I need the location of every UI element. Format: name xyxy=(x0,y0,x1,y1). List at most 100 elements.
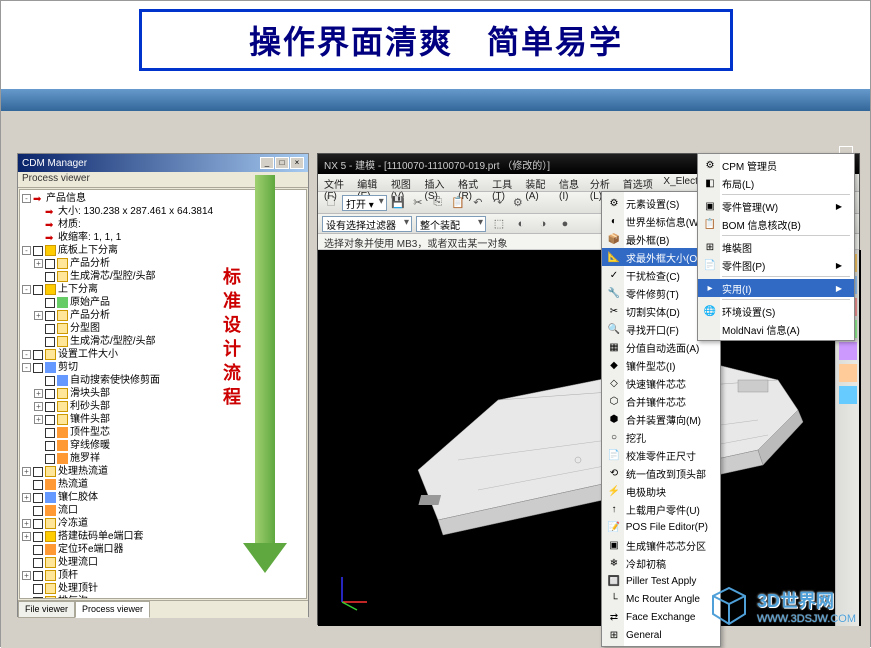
menu-item[interactable]: MoldNavi 信息(A) xyxy=(698,320,854,338)
menu-item[interactable]: ▸实用(I)▶ xyxy=(698,279,854,297)
checkbox-icon[interactable] xyxy=(33,506,43,516)
checkbox-icon[interactable] xyxy=(45,337,55,347)
tree-item[interactable]: +处理热流道 xyxy=(22,465,304,478)
side-tool-5[interactable] xyxy=(839,342,857,360)
expander-icon[interactable]: - xyxy=(22,350,31,359)
menu-item[interactable]: 分析(L) xyxy=(588,176,615,189)
expander-icon[interactable]: + xyxy=(22,493,31,502)
tab-process-viewer[interactable]: Process viewer xyxy=(75,601,150,618)
copy-icon[interactable]: ⎘ xyxy=(429,194,447,212)
menu-item[interactable]: ◇快速镶件芯芯 xyxy=(602,374,720,392)
tree-item[interactable]: 处理顶针 xyxy=(22,582,304,595)
menu-item[interactable]: 视图(V) xyxy=(389,176,417,189)
paste-icon[interactable]: 📋 xyxy=(449,194,467,212)
tree-item[interactable]: 顶件型芯 xyxy=(22,426,304,439)
checkbox-icon[interactable] xyxy=(45,324,55,334)
tree-item[interactable]: +产品分析 xyxy=(22,257,304,270)
menu-item[interactable]: ⇄Face Exchange xyxy=(602,608,720,626)
menu-item[interactable]: 信息(I) xyxy=(557,176,582,189)
checkbox-icon[interactable] xyxy=(33,285,43,295)
tree-item[interactable]: +产品分析 xyxy=(22,309,304,322)
expander-icon[interactable]: + xyxy=(22,519,31,528)
menu-item[interactable]: 📋BOM 信息核改(B) xyxy=(698,215,854,233)
expander-icon[interactable]: - xyxy=(22,194,31,203)
checkbox-icon[interactable] xyxy=(45,402,55,412)
tree-item[interactable]: ➡大小: 130.238 x 287.461 x 64.3814 xyxy=(22,205,304,218)
tree-item[interactable]: +冷冻道 xyxy=(22,517,304,530)
checkbox-icon[interactable] xyxy=(33,246,43,256)
tree-item[interactable]: +镶仁胶体 xyxy=(22,491,304,504)
open-dropdown[interactable]: 打开 ▾ xyxy=(342,195,387,211)
menu-item[interactable]: ⟲统一值改到顶头部 xyxy=(602,464,720,482)
checkbox-icon[interactable] xyxy=(45,272,55,282)
save-icon[interactable]: 💾 xyxy=(389,194,407,212)
minimize-icon[interactable]: _ xyxy=(260,157,274,169)
tool-icon[interactable]: ⚙ xyxy=(509,194,527,212)
tree-item[interactable]: 处理流口 xyxy=(22,556,304,569)
tree-item[interactable]: +搭建砝码单e端口套 xyxy=(22,530,304,543)
tree-item[interactable]: -上下分离 xyxy=(22,283,304,296)
checkbox-icon[interactable] xyxy=(33,519,43,529)
expander-icon[interactable]: + xyxy=(34,415,43,424)
filter-dropdown[interactable]: 设有选择过滤器 xyxy=(322,216,412,232)
tree-item[interactable]: +滑块头部 xyxy=(22,387,304,400)
checkbox-icon[interactable] xyxy=(45,415,55,425)
menu-item[interactable]: 🌐环境设置(S) xyxy=(698,302,854,320)
tree-item[interactable]: 生成滑芯/型腔/头部 xyxy=(22,270,304,283)
process-tree[interactable]: -➡产品信息➡大小: 130.238 x 287.461 x 64.3814➡材… xyxy=(19,189,307,599)
menu-item[interactable]: └Mc Router Angle xyxy=(602,590,720,608)
tree-item[interactable]: 排气沟 xyxy=(22,595,304,599)
menu-item[interactable]: 文件(F) xyxy=(322,176,349,189)
tree-item[interactable]: 穿线修暖 xyxy=(22,439,304,452)
expander-icon[interactable]: + xyxy=(22,532,31,541)
menu-item[interactable]: 编辑(E) xyxy=(355,176,383,189)
menu-item[interactable]: 插入(S) xyxy=(422,176,450,189)
checkbox-icon[interactable] xyxy=(33,350,43,360)
select-icon[interactable]: ⬚ xyxy=(490,215,508,233)
tree-item[interactable]: 施罗祥 xyxy=(22,452,304,465)
menu-item[interactable]: ○挖孔 xyxy=(602,428,720,446)
checkbox-icon[interactable] xyxy=(45,311,55,321)
tree-item[interactable]: 分型图 xyxy=(22,322,304,335)
cut-icon[interactable]: ✂ xyxy=(409,194,427,212)
assembly-dropdown[interactable]: 整个装配 xyxy=(416,216,486,232)
tree-item[interactable]: 自动搜索使快修剪面 xyxy=(22,374,304,387)
menu-item[interactable]: ⊞General xyxy=(602,626,720,644)
menu-item[interactable]: ◆镶件型芯(I) xyxy=(602,356,720,374)
menu-item[interactable]: 装配(A) xyxy=(523,176,551,189)
view-icon[interactable]: ◐ xyxy=(512,215,530,233)
checkbox-icon[interactable] xyxy=(45,389,55,399)
checkbox-icon[interactable] xyxy=(33,480,43,490)
menu-item[interactable]: ⚙CPM 管理员 xyxy=(698,156,854,174)
tree-item[interactable]: +镶件头部 xyxy=(22,413,304,426)
cdm-titlebar[interactable]: CDM Manager _ □ × xyxy=(18,154,308,172)
tree-item[interactable]: +利砂头部 xyxy=(22,400,304,413)
menu-item[interactable]: 📄零件图(P)▶ xyxy=(698,256,854,274)
checkbox-icon[interactable] xyxy=(33,545,43,555)
expander-icon[interactable]: + xyxy=(34,402,43,411)
menu-item[interactable]: 🔲Piller Test Apply xyxy=(602,572,720,590)
tree-item[interactable]: ➡收缩率: 1, 1, 1 xyxy=(22,231,304,244)
undo-icon[interactable]: ↶ xyxy=(469,194,487,212)
checkbox-icon[interactable] xyxy=(33,532,43,542)
side-tool-6[interactable] xyxy=(839,364,857,382)
close-icon[interactable]: × xyxy=(290,157,304,169)
checkbox-icon[interactable] xyxy=(45,428,55,438)
checkbox-icon[interactable] xyxy=(45,376,55,386)
checkbox-icon[interactable] xyxy=(33,363,43,373)
menu-item[interactable]: ⊞堆裝图 xyxy=(698,238,854,256)
expander-icon[interactable]: + xyxy=(34,259,43,268)
expander-icon[interactable]: + xyxy=(34,311,43,320)
tree-item[interactable]: -设置工件大小 xyxy=(22,348,304,361)
redo-icon[interactable]: ↷ xyxy=(489,194,507,212)
model-3d[interactable] xyxy=(378,320,818,560)
tab-file-viewer[interactable]: File viewer xyxy=(18,601,75,618)
tree-item[interactable]: -剪切 xyxy=(22,361,304,374)
tree-item[interactable]: +顶杆 xyxy=(22,569,304,582)
menu-item[interactable]: ⚡电极助块 xyxy=(602,482,720,500)
menu-item[interactable]: 首选项(P) xyxy=(621,176,656,189)
tree-item[interactable]: 原始产品 xyxy=(22,296,304,309)
checkbox-icon[interactable] xyxy=(33,571,43,581)
menu-item[interactable]: ⬡合并镶件芯芯 xyxy=(602,392,720,410)
tree-item[interactable]: -底板上下分离 xyxy=(22,244,304,257)
